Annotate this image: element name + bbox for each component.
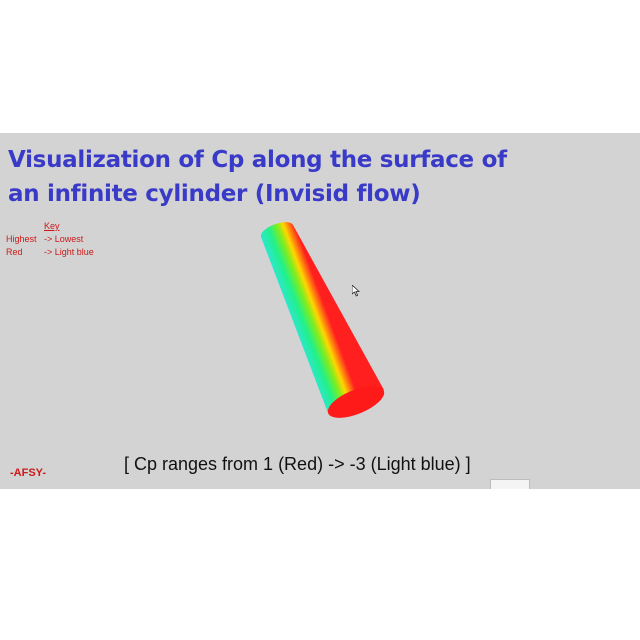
- cylinder-body: [260, 222, 384, 413]
- mouse-cursor-icon: [352, 285, 360, 297]
- cylinder-visualization: [260, 222, 385, 418]
- watermark-badge: [490, 479, 530, 489]
- author-label: -AFSY-: [10, 467, 47, 479]
- presentation-slide: Visualization of Cp along the surface of…: [0, 133, 640, 489]
- cp-range-caption: [ Cp ranges from 1 (Red) -> -3 (Light bl…: [124, 454, 471, 474]
